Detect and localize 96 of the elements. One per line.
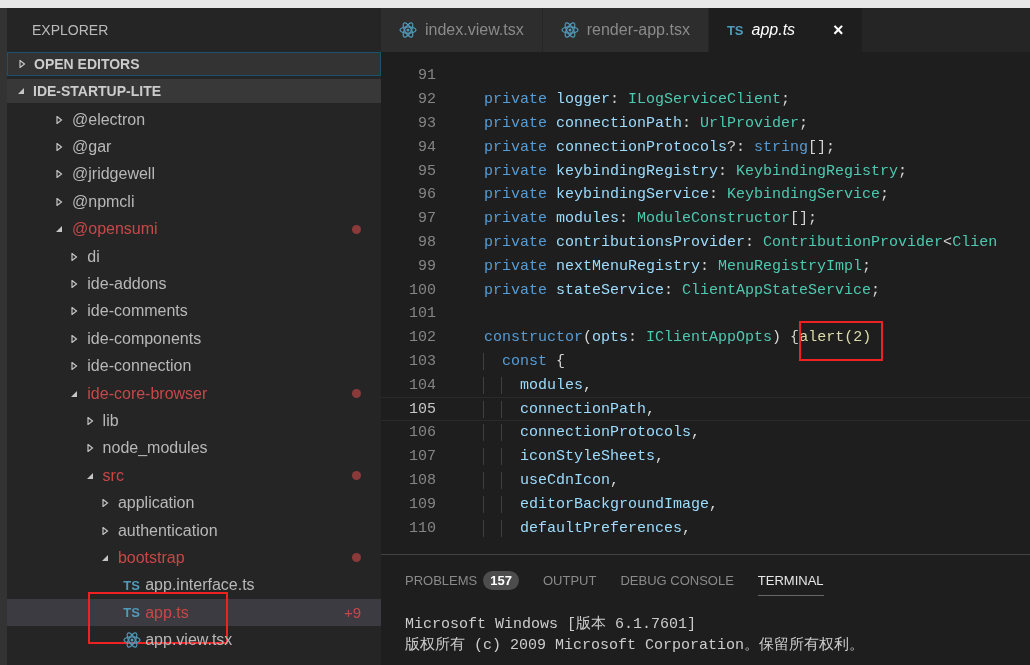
code-line: modules, [520, 376, 593, 394]
file-item[interactable]: TS app.ts +9 [7, 599, 381, 627]
panel-tab[interactable]: OUTPUT [542, 567, 597, 596]
atom-icon [123, 631, 142, 650]
line-number: 92 [417, 91, 436, 109]
folder-item[interactable]: @jridgewell [7, 160, 381, 189]
expanded-arrow-icon[interactable] [100, 553, 109, 562]
collapsed-arrow-icon[interactable] [85, 444, 94, 453]
code-line: connectionProtocols, [520, 424, 701, 442]
line-number: 101 [408, 305, 436, 323]
collapsed-arrow-icon[interactable] [18, 60, 26, 68]
code-line: private nextMenuRegistry: MenuRegistryImpl; [484, 257, 872, 275]
collapsed-arrow-icon[interactable] [55, 170, 63, 179]
code-line: private keybindingRegistry: KeybindingRegistry; [484, 162, 908, 180]
ts-file-icon: TS [123, 577, 146, 593]
expanded-arrow-icon[interactable] [70, 389, 79, 398]
line-number: 99 [417, 257, 436, 275]
line-number: 100 [408, 281, 436, 299]
code-line: defaultPreferences, [520, 519, 692, 537]
collapsed-arrow-icon[interactable] [70, 252, 79, 261]
panel-tab[interactable]: DEBUG CONSOLE [620, 567, 734, 596]
code-line: private modules: ModuleConstructor[]; [484, 210, 818, 228]
sidebar-title: EXPLORER [31, 21, 110, 40]
terminal-line: 版权所有 (c) 2009 Microsoft Corporation。保留所有权利。 [405, 635, 866, 656]
line-number: 96 [417, 186, 436, 204]
code-line: connectionPath, [520, 400, 656, 418]
folder-item[interactable]: ide-addons [7, 270, 381, 298]
collapsed-arrow-icon[interactable] [70, 334, 79, 343]
folder-item[interactable]: ide-components [7, 325, 381, 353]
line-number: 95 [417, 162, 436, 180]
folder-item[interactable]: @electron [7, 106, 381, 134]
code-line: useCdnIcon, [520, 471, 620, 489]
folder-item[interactable]: authentication [7, 516, 381, 545]
line-number: 91 [417, 67, 436, 85]
line-number: 97 [417, 210, 436, 228]
code-line: private logger: ILogServiceClient; [484, 91, 791, 109]
folder-item[interactable]: node_modules [7, 434, 381, 463]
folder-item[interactable]: application [7, 489, 381, 517]
line-number: 109 [408, 495, 436, 513]
section-header[interactable]: IDE-STARTUP-LITE [7, 79, 381, 103]
atom-icon [399, 21, 417, 39]
folder-item[interactable]: lib [7, 407, 381, 435]
line-number: 93 [417, 115, 436, 132]
folder-item[interactable]: @npmcli [7, 188, 381, 216]
folder-item[interactable]: ide-connection [7, 352, 381, 380]
expanded-arrow-icon[interactable] [85, 471, 94, 480]
code-line: const { [502, 352, 566, 370]
line-number: 98 [417, 233, 436, 251]
code-line: private connectionPath: UrlProvider; [484, 115, 809, 132]
section-header[interactable]: OPEN EDITORS [7, 52, 381, 76]
modified-dot [352, 224, 361, 234]
line-number: 110 [408, 519, 436, 537]
code-line: private connectionProtocols?: string[]; [484, 138, 836, 156]
collapsed-arrow-icon[interactable] [70, 307, 79, 316]
line-number: 94 [417, 138, 436, 156]
code-line: constructor(opts: IClientAppOpts) {alert(2) [484, 329, 872, 347]
line-number: 105 [408, 400, 436, 418]
ts-file-icon: TS [123, 605, 146, 621]
modified-dot [352, 553, 361, 563]
editor-tab[interactable]: render-app.tsx [542, 8, 709, 52]
line-number: 103 [408, 352, 436, 370]
code-line: iconStyleSheets, [520, 448, 665, 466]
file-item[interactable]: TS app.interface.ts [7, 571, 381, 600]
modified-dot [352, 471, 361, 481]
panel-tab[interactable]: TERMINAL [757, 567, 824, 596]
atom-icon [560, 21, 579, 39]
modified-dot [352, 389, 361, 399]
line-number: 102 [408, 329, 436, 347]
editor-tab[interactable]: index.view.tsx [381, 8, 543, 52]
line-number: 104 [408, 376, 436, 394]
collapsed-arrow-icon[interactable] [100, 526, 109, 535]
collapsed-arrow-icon[interactable] [70, 280, 79, 289]
count-badge: 157 [483, 571, 519, 590]
expanded-arrow-icon[interactable] [17, 87, 25, 95]
panel-tab[interactable]: PROBLEMS 157 [405, 567, 519, 596]
editor-tab[interactable]: TS app.ts × [708, 8, 863, 52]
code-line: editorBackgroundImage, [520, 495, 719, 513]
code-line: private contributionsProvider: ContributionProvider<Clien [484, 233, 998, 251]
line-number: 107 [408, 448, 436, 466]
line-number: 108 [408, 471, 436, 489]
collapsed-arrow-icon[interactable] [100, 499, 109, 508]
collapsed-arrow-icon[interactable] [70, 362, 79, 371]
folder-item[interactable]: @gar [7, 133, 381, 161]
folder-item[interactable]: di [7, 242, 381, 271]
expanded-arrow-icon[interactable] [55, 225, 63, 234]
change-count: +9 [343, 604, 361, 622]
code-line: private stateService: ClientAppStateService; [484, 281, 881, 299]
code-line: private keybindingService: KeybindingService; [484, 186, 890, 204]
collapsed-arrow-icon[interactable] [55, 197, 63, 206]
line-number: 106 [408, 424, 436, 442]
terminal-line: Microsoft Windows [版本 6.1.7601] [405, 614, 698, 635]
collapsed-arrow-icon[interactable] [85, 417, 94, 425]
folder-item[interactable]: ide-comments [7, 297, 381, 326]
collapsed-arrow-icon[interactable] [55, 115, 63, 124]
collapsed-arrow-icon[interactable] [55, 143, 63, 152]
close-icon[interactable]: × [833, 19, 844, 41]
